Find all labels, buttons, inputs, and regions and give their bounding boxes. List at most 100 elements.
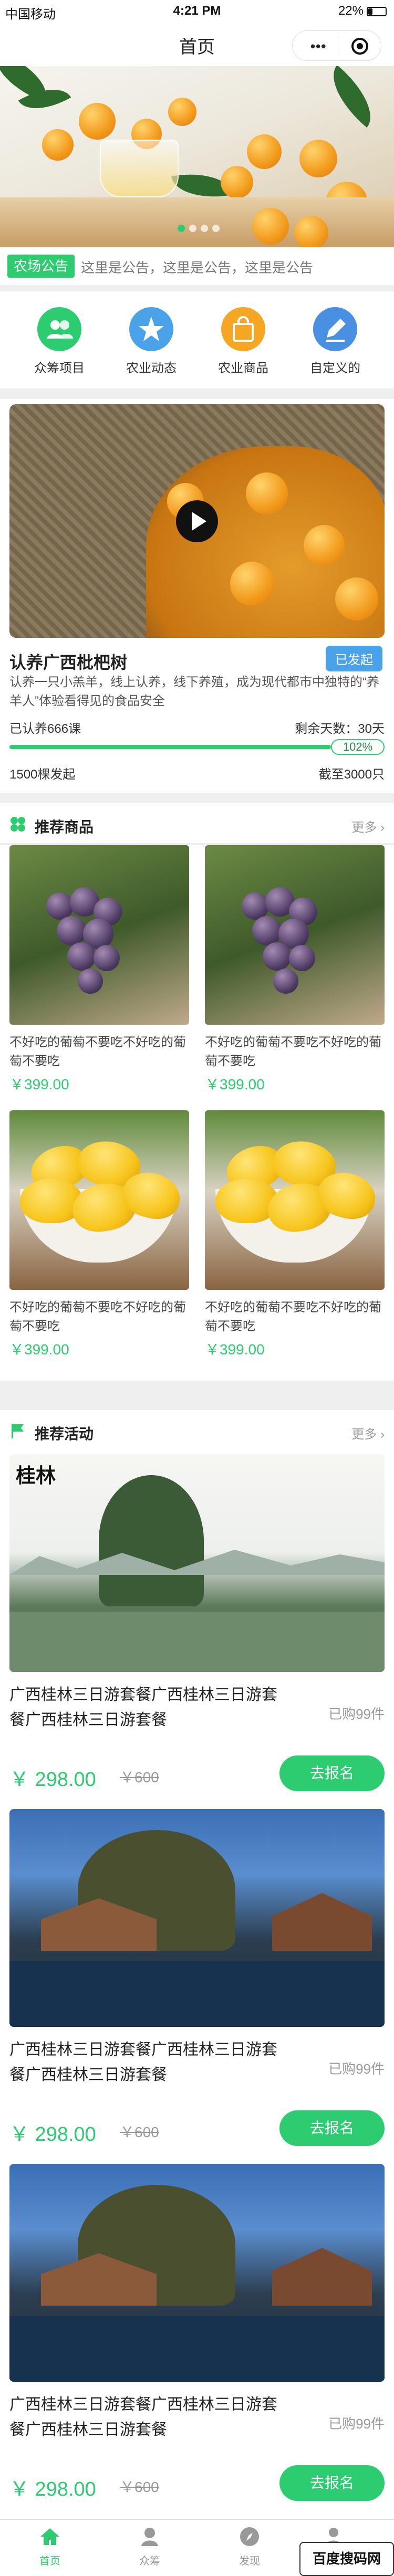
- grape: [263, 942, 291, 971]
- nav-bar: 首页 •••: [0, 21, 394, 66]
- compass-icon: [238, 2525, 261, 2548]
- category-item-goods[interactable]: 农业商品: [204, 307, 283, 376]
- chevron-right-icon: ›: [380, 1427, 385, 1442]
- category-label: 自定义的: [310, 361, 360, 375]
- loquat-fruit: [247, 134, 282, 169]
- start-count: 1500棵发起: [9, 767, 76, 782]
- original-price: ￥600: [120, 1769, 159, 1785]
- grape: [289, 945, 315, 971]
- progress-label: 102%: [331, 739, 385, 755]
- people-icon: [37, 307, 81, 351]
- progress-fill: [9, 745, 331, 749]
- loquat-fruit: [221, 166, 253, 198]
- leaf-decoration: [318, 66, 386, 128]
- loquat-fruit: [252, 208, 289, 245]
- loquat-fruit: [299, 140, 337, 177]
- goods-name: 不好吃的葡萄不要吃不好吃的葡萄不要吃: [9, 1300, 186, 1333]
- more-link[interactable]: 更多 ›: [351, 1424, 385, 1442]
- banner-indicator-dot[interactable]: [189, 225, 196, 232]
- clock: 4:21 PM: [173, 4, 221, 18]
- goods-card[interactable]: 不好吃的葡萄不要吃不好吃的葡萄不要吃 ￥399.00: [9, 845, 189, 1094]
- category-item-news[interactable]: 农业动态: [112, 307, 191, 376]
- grape: [94, 945, 120, 971]
- featured-adoption-card[interactable]: 认养广西枇杷树 已发起 认养一只小羔羊，线上认养，线下养殖，成为现代都市中独特的…: [0, 399, 394, 793]
- crowdfund-icon: [138, 2525, 161, 2548]
- goods-card[interactable]: 不好吃的葡萄不要吃不好吃的葡萄不要吃 ￥399.00: [205, 1110, 385, 1359]
- loquat-fruit: [230, 562, 274, 606]
- banner-indicator-dot[interactable]: [201, 225, 208, 232]
- remaining-days: 剩余天数：30天: [295, 722, 385, 736]
- progress-bar: 102%: [9, 739, 385, 755]
- river: [9, 2316, 385, 2382]
- activity-card[interactable]: 广西桂林三日游套餐广西桂林三日游套餐广西桂林三日游套餐 已购99件 ￥ 298.…: [9, 2164, 385, 2511]
- tab-crowdfund[interactable]: 众筹: [110, 2525, 189, 2568]
- activity-image: [9, 2164, 385, 2382]
- more-link[interactable]: 更多 ›: [351, 817, 385, 835]
- feature-video[interactable]: [9, 404, 385, 638]
- activity-name: 广西桂林三日游套餐广西桂林三日游套餐广西桂林三日游套餐: [9, 2041, 277, 2084]
- edit-icon: [313, 307, 357, 351]
- battery-icon: [367, 6, 387, 16]
- riverbank: [9, 1612, 385, 1672]
- mini-program-capsule: •••: [292, 30, 381, 61]
- goods-name: 不好吃的葡萄不要吃不好吃的葡萄不要吃: [9, 1035, 186, 1068]
- more-label: 更多: [351, 821, 377, 835]
- tab-label: 发现: [239, 2556, 260, 2567]
- sold-count: 已购99件: [328, 2061, 385, 2077]
- adopted-count: 已认养666课: [9, 722, 81, 736]
- goods-image: [9, 845, 189, 1025]
- pavilion: [272, 1893, 372, 1951]
- river: [9, 1961, 385, 2027]
- notice-text: 这里是公告，这里是公告，这里是公告: [81, 260, 314, 276]
- original-price: ￥600: [120, 2124, 159, 2140]
- banner-indicator-dot[interactable]: [178, 225, 185, 232]
- category-item-crowdfunding[interactable]: 众筹项目: [20, 307, 99, 376]
- category-label: 众筹项目: [34, 361, 85, 375]
- goods-card[interactable]: 不好吃的葡萄不要吃不好吃的葡萄不要吃 ￥399.00: [205, 845, 385, 1094]
- notice-bar[interactable]: 农场公告 这里是公告，这里是公告，这里是公告: [0, 247, 394, 285]
- tab-label: 众筹: [139, 2556, 160, 2567]
- loquat-fruit: [168, 98, 196, 126]
- activity-name: 广西桂林三日游套餐广西桂林三日游套餐广西桂林三日游套餐: [9, 1686, 277, 1729]
- watermark-logo: 百度搜码网: [299, 2542, 394, 2576]
- tab-discover[interactable]: 发现: [210, 2525, 289, 2568]
- category-label: 农业商品: [218, 361, 268, 375]
- activity-image: 桂林: [9, 1454, 385, 1672]
- activity-card[interactable]: 广西桂林三日游套餐广西桂林三日游套餐广西桂林三日游套餐 已购99件 ￥ 298.…: [9, 1809, 385, 2157]
- banner-indicator-dot[interactable]: [212, 225, 220, 232]
- goods-card[interactable]: 不好吃的葡萄不要吃不好吃的葡萄不要吃 ￥399.00: [9, 1110, 189, 1359]
- signup-button[interactable]: 去报名: [279, 2110, 385, 2146]
- banner-carousel[interactable]: [0, 66, 394, 247]
- image-caption: 桂林: [16, 1464, 56, 1487]
- goods-price: ￥399.00: [205, 1076, 265, 1092]
- bag-icon: [221, 307, 265, 351]
- flag-icon: [9, 1423, 26, 1439]
- signup-button[interactable]: 去报名: [279, 2465, 385, 2501]
- chevron-right-icon: ›: [380, 821, 385, 835]
- tea-glass: [100, 140, 179, 197]
- play-icon[interactable]: [176, 500, 218, 542]
- feature-stats-row: 已认养666课 剩余天数：30天: [9, 718, 385, 737]
- sold-count: 已购99件: [328, 2416, 385, 2432]
- more-label: 更多: [351, 1427, 377, 1442]
- activity-card[interactable]: 桂林 广西桂林三日游套餐广西桂林三日游套餐广西桂林三日游套餐 已购99件 ￥ 2…: [9, 1454, 385, 1802]
- more-dots-icon[interactable]: •••: [310, 38, 326, 55]
- target-icon[interactable]: [351, 38, 368, 55]
- goods-price: ￥399.00: [9, 1076, 69, 1092]
- karst-mountain: [99, 1475, 204, 1606]
- loquat-fruit: [42, 129, 74, 161]
- deadline-count: 截至3000只: [318, 767, 385, 782]
- category-label: 农业动态: [126, 361, 177, 375]
- activity-list: 桂林 广西桂林三日游套餐广西桂林三日游套餐广西桂林三日游套餐 已购99件 ￥ 2…: [0, 1450, 394, 2519]
- activity-section-header: 推荐活动 更多 ›: [0, 1410, 394, 1450]
- grape: [273, 969, 298, 994]
- signup-button[interactable]: 去报名: [279, 1755, 385, 1791]
- activity-image: [9, 1809, 385, 2027]
- category-item-custom[interactable]: 自定义的: [296, 307, 375, 376]
- goods-name: 不好吃的葡萄不要吃不好吃的葡萄不要吃: [205, 1035, 381, 1068]
- goods-section-header: 推荐商品 更多 ›: [0, 803, 394, 843]
- tab-home[interactable]: 首页: [11, 2525, 89, 2568]
- goods-image: [9, 1110, 189, 1290]
- loquat-fruit: [246, 472, 288, 514]
- goods-image: [205, 845, 385, 1025]
